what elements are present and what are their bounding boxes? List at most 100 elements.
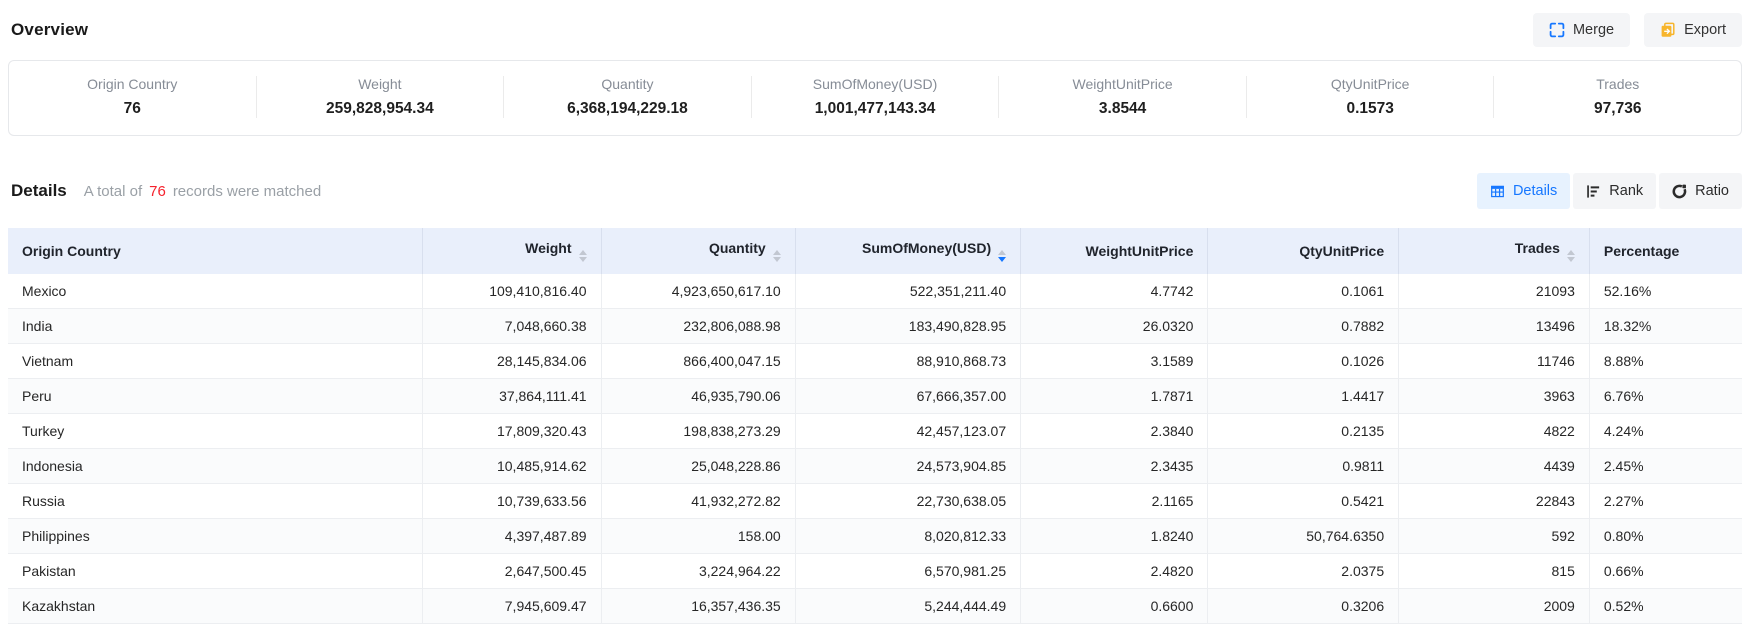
cell-quantity: 158.00	[601, 519, 795, 554]
cell-trades: 21093	[1399, 274, 1590, 309]
sort-caret-down	[1567, 257, 1575, 262]
column-label: Weight	[525, 240, 571, 256]
cell-quantity: 866,400,047.15	[601, 344, 795, 379]
records-summary: A total of 76 records were matched	[84, 183, 321, 200]
stat-label: Origin Country	[9, 76, 256, 92]
cell-percentage: 52.16%	[1589, 274, 1742, 309]
stat-value: 97,736	[1494, 100, 1741, 118]
sort-caret-down	[998, 257, 1006, 262]
stat-value: 76	[9, 100, 256, 118]
stat-weight: Weight259,828,954.34	[256, 76, 504, 118]
column-label: QtyUnitPrice	[1299, 243, 1384, 259]
cell-sumofmoney-usd: 5,244,444.49	[795, 589, 1020, 624]
column-label: Quantity	[709, 240, 766, 256]
cell-qtyunitprice: 0.5421	[1208, 484, 1399, 519]
sort-caret-up	[998, 250, 1006, 255]
stat-value: 0.1573	[1247, 100, 1494, 118]
cell-weightunitprice: 2.3840	[1021, 414, 1208, 449]
sort-icon[interactable]	[579, 250, 587, 262]
cell-trades: 4822	[1399, 414, 1590, 449]
cell-weightunitprice: 2.4820	[1021, 554, 1208, 589]
cell-sumofmoney-usd: 522,351,211.40	[795, 274, 1020, 309]
table-row-turkey: Turkey17,809,320.43198,838,273.2942,457,…	[8, 414, 1742, 449]
column-header-weight[interactable]: Weight	[422, 228, 601, 274]
cell-sumofmoney-usd: 6,570,981.25	[795, 554, 1020, 589]
cell-weight: 7,048,660.38	[422, 309, 601, 344]
stat-trades: Trades 97,736	[1493, 76, 1741, 118]
cell-weight: 7,945,609.47	[422, 589, 601, 624]
cell-trades: 592	[1399, 519, 1590, 554]
cell-origin-country: Mexico	[8, 274, 422, 309]
cell-qtyunitprice: 0.1026	[1208, 344, 1399, 379]
merge-button[interactable]: Merge	[1533, 13, 1630, 47]
cell-weightunitprice: 1.7871	[1021, 379, 1208, 414]
cell-weightunitprice: 2.3435	[1021, 449, 1208, 484]
column-header-quantity[interactable]: Quantity	[601, 228, 795, 274]
cell-weight: 2,647,500.45	[422, 554, 601, 589]
stat-value: 259,828,954.34	[257, 100, 504, 118]
sort-icon[interactable]	[773, 250, 781, 262]
cell-qtyunitprice: 0.1061	[1208, 274, 1399, 309]
export-button[interactable]: Export	[1644, 13, 1742, 47]
cell-origin-country: Peru	[8, 379, 422, 414]
table-row-india: India7,048,660.38232,806,088.98183,490,8…	[8, 309, 1742, 344]
export-icon	[1660, 22, 1676, 38]
details-bar: Details A total of 76 records were match…	[8, 173, 1742, 209]
column-header-sumofmoney-usd[interactable]: SumOfMoney(USD)	[795, 228, 1020, 274]
table-row-pakistan: Pakistan2,647,500.453,224,964.226,570,98…	[8, 554, 1742, 589]
topbar-actions: Merge Export	[1533, 13, 1742, 47]
table-row-kazakhstan: Kazakhstan7,945,609.4716,357,436.355,244…	[8, 589, 1742, 624]
details-title: Details	[11, 181, 67, 201]
overview-stats-card: Origin Country76Weight259,828,954.34Quan…	[8, 60, 1742, 136]
column-label: Trades	[1515, 240, 1560, 256]
tab-label: Rank	[1609, 183, 1643, 199]
cell-sumofmoney-usd: 42,457,123.07	[795, 414, 1020, 449]
cell-weightunitprice: 3.1589	[1021, 344, 1208, 379]
cell-weight: 37,864,111.41	[422, 379, 601, 414]
tab-label: Details	[1513, 183, 1557, 199]
cell-weightunitprice: 2.1165	[1021, 484, 1208, 519]
cell-percentage: 2.45%	[1589, 449, 1742, 484]
cell-weightunitprice: 1.8240	[1021, 519, 1208, 554]
table-row-philippines: Philippines4,397,487.89158.008,020,812.3…	[8, 519, 1742, 554]
tab-rank[interactable]: Rank	[1573, 173, 1656, 209]
cell-weightunitprice: 26.0320	[1021, 309, 1208, 344]
stat-label: QtyUnitPrice	[1247, 76, 1494, 92]
sort-icon[interactable]	[1567, 250, 1575, 262]
cell-trades: 815	[1399, 554, 1590, 589]
column-header-qtyunitprice: QtyUnitPrice	[1208, 228, 1399, 274]
cell-qtyunitprice: 1.4417	[1208, 379, 1399, 414]
cell-origin-country: Indonesia	[8, 449, 422, 484]
cell-trades: 3963	[1399, 379, 1590, 414]
stat-value: 3.8544	[999, 100, 1246, 118]
cell-percentage: 8.88%	[1589, 344, 1742, 379]
cell-qtyunitprice: 0.7882	[1208, 309, 1399, 344]
column-header-percentage: Percentage	[1589, 228, 1742, 274]
stat-label: Trades	[1494, 76, 1741, 92]
cell-quantity: 16,357,436.35	[601, 589, 795, 624]
sort-icon[interactable]	[998, 250, 1006, 262]
cell-qtyunitprice: 0.2135	[1208, 414, 1399, 449]
stat-label: WeightUnitPrice	[999, 76, 1246, 92]
column-label: Origin Country	[22, 243, 121, 259]
export-button-label: Export	[1684, 22, 1726, 38]
cell-percentage: 6.76%	[1589, 379, 1742, 414]
cell-quantity: 232,806,088.98	[601, 309, 795, 344]
tab-ratio[interactable]: Ratio	[1659, 173, 1742, 209]
cell-percentage: 4.24%	[1589, 414, 1742, 449]
stat-value: 1,001,477,143.34	[752, 100, 999, 118]
bar-chart-icon	[1586, 184, 1601, 199]
cell-weightunitprice: 0.6600	[1021, 589, 1208, 624]
cell-qtyunitprice: 2.0375	[1208, 554, 1399, 589]
table-row-vietnam: Vietnam28,145,834.06866,400,047.1588,910…	[8, 344, 1742, 379]
tab-details[interactable]: Details	[1477, 173, 1570, 209]
cell-weight: 10,485,914.62	[422, 449, 601, 484]
donut-chart-icon	[1672, 184, 1687, 199]
cell-origin-country: Vietnam	[8, 344, 422, 379]
column-header-weightunitprice: WeightUnitPrice	[1021, 228, 1208, 274]
cell-trades: 4439	[1399, 449, 1590, 484]
cell-trades: 11746	[1399, 344, 1590, 379]
column-header-trades[interactable]: Trades	[1399, 228, 1590, 274]
cell-weight: 109,410,816.40	[422, 274, 601, 309]
record-count: 76	[149, 183, 166, 200]
